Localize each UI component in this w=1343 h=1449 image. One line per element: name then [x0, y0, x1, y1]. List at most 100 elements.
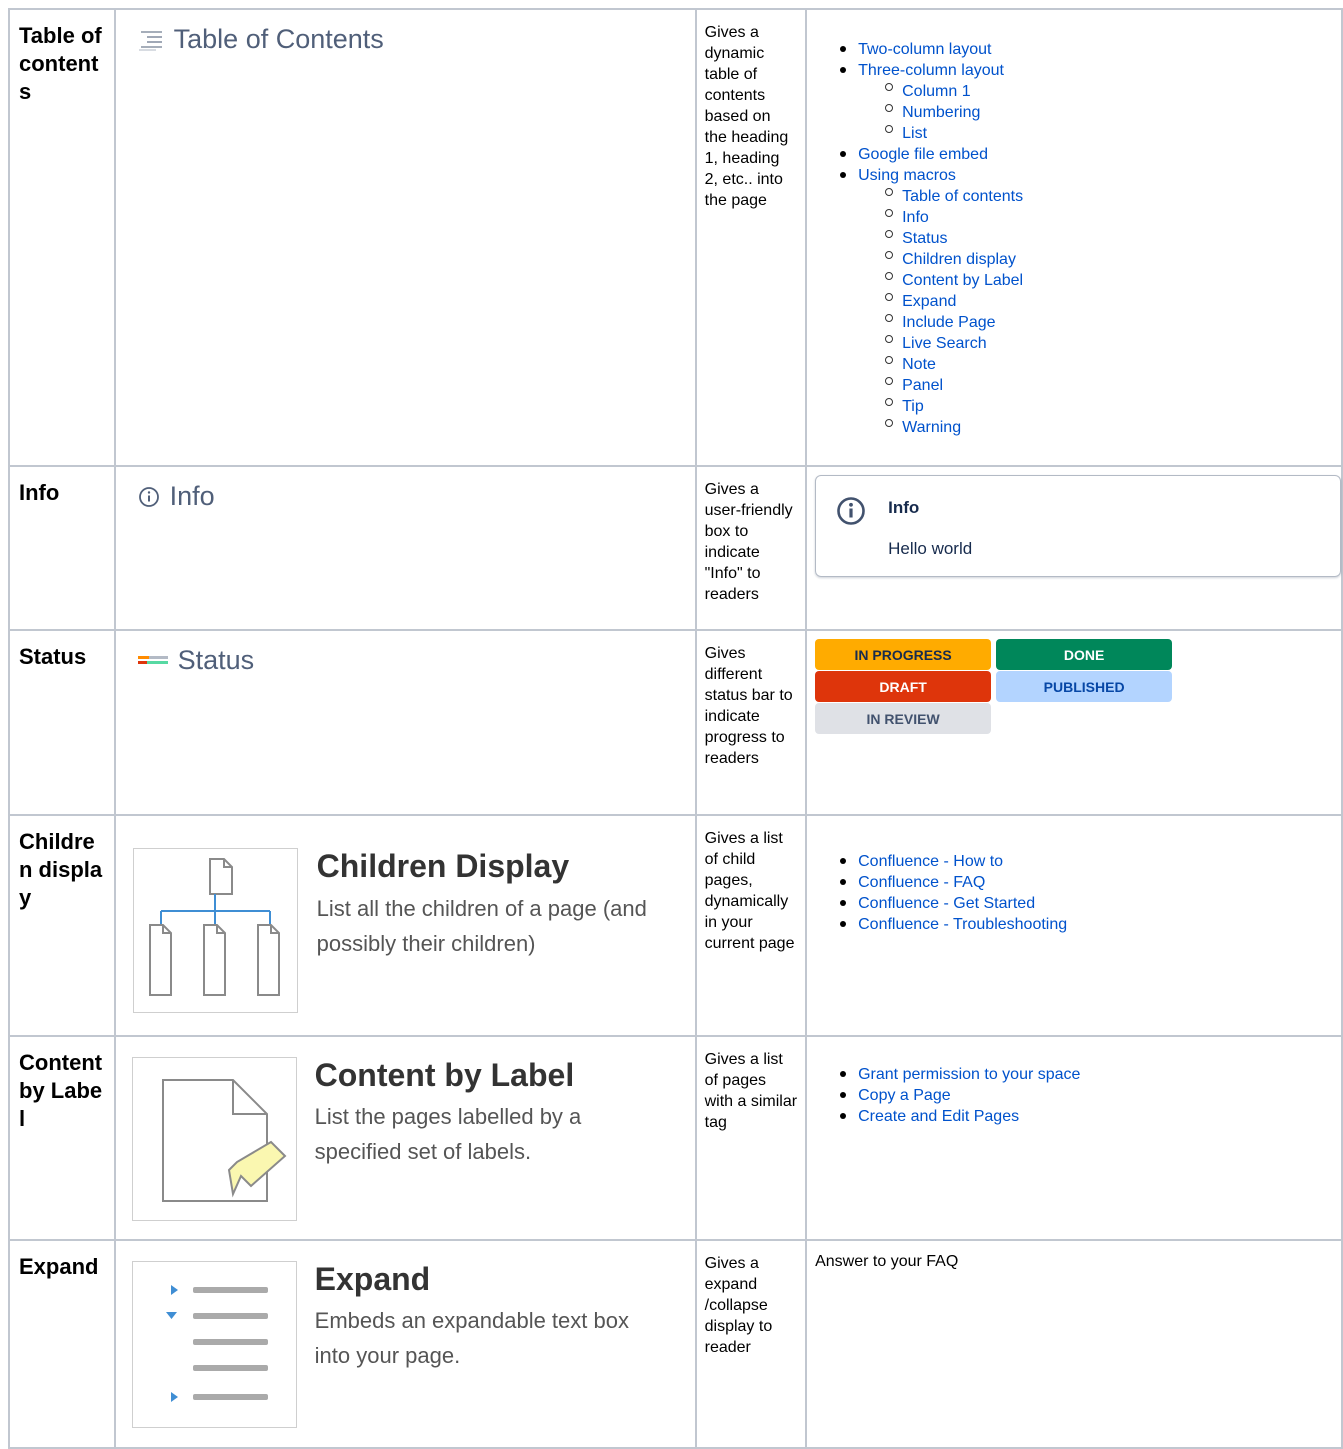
toc-link[interactable]: Panel: [902, 377, 943, 394]
toc-subitem: Include Page: [858, 312, 1023, 333]
toc-link[interactable]: Note: [902, 356, 936, 373]
card-description: List the pages labelled by a: [314, 1104, 582, 1129]
toc-sublist: Table of contents Info Status Children disp…: [858, 186, 1023, 438]
macro-example-cell: Confluence - How to Confluence - FAQ Confl…: [805, 814, 1343, 1037]
macro-name-cell: Expand: [8, 1239, 116, 1449]
list-item: Confluence - Get Started: [815, 893, 1067, 914]
toc-subitem: Expand: [858, 291, 1023, 312]
macro-name: Content by Label: [19, 1050, 103, 1131]
page-link[interactable]: Create and Edit Pages: [858, 1108, 1019, 1125]
toc-macro-label: Table of Contents: [138, 24, 384, 55]
toc-link[interactable]: Expand: [902, 293, 956, 310]
macro-preview-cell: Table of Contents: [113, 8, 697, 467]
toc-subitem: Column 1: [858, 81, 1023, 102]
toc-link[interactable]: Content by Label: [902, 272, 1023, 289]
page-link[interactable]: Confluence - FAQ: [858, 874, 985, 891]
toc-link[interactable]: List: [902, 125, 927, 142]
page-link[interactable]: Confluence - How to: [858, 853, 1003, 870]
status-macro-label: Status: [137, 645, 255, 676]
info-panel-body: Hello world: [888, 539, 973, 558]
macro-name: Expand: [19, 1254, 99, 1279]
toc-subitem: Tip: [858, 396, 1023, 417]
card-description: Embeds an expandable text box: [314, 1308, 629, 1333]
toc-link[interactable]: Tip: [902, 398, 924, 415]
macro-description: Gives a list of child pages, dynamically…: [704, 830, 795, 952]
macro-description-cell: Gives a dynamic table of contents based …: [694, 8, 808, 467]
info-icon: [836, 496, 866, 531]
status-lozenge: DRAFT: [815, 671, 992, 702]
toc-link[interactable]: Warning: [902, 419, 961, 436]
card-description: specified set of labels.: [314, 1139, 532, 1164]
toc-subitem: Warning: [858, 417, 1023, 438]
macro-name-cell: Children display: [8, 814, 116, 1037]
toc-link[interactable]: Info: [902, 209, 929, 226]
page-link[interactable]: Grant permission to your space: [858, 1066, 1080, 1083]
list-item: Confluence - Troubleshooting: [815, 914, 1067, 935]
list-item: Confluence - How to: [815, 851, 1067, 872]
macro-preview-cell: Status: [113, 629, 697, 816]
toc-sublist: Column 1 Numbering List: [858, 81, 1023, 144]
children-macro-card: [132, 848, 298, 1013]
toc-subitem: Numbering: [858, 102, 1023, 123]
toc-link[interactable]: Two-column layout: [858, 41, 991, 58]
status-lozenge: IN REVIEW: [815, 703, 992, 734]
toc-subitem: Live Search: [858, 333, 1023, 354]
table-row: Status Status Gives different status bar…: [8, 629, 1343, 816]
info-panel: Info Hello world: [815, 475, 1342, 577]
info-macro-title: Info: [169, 481, 215, 511]
table-row: Info Info Gives a user-friendly box to i…: [8, 465, 1343, 631]
status-icon: [137, 654, 168, 668]
page-link[interactable]: Confluence - Troubleshooting: [858, 916, 1067, 933]
toc-link[interactable]: Children display: [902, 251, 1016, 268]
status-macro-title: Status: [177, 645, 255, 675]
macro-name-cell: Content by Label: [8, 1035, 116, 1241]
toc-link[interactable]: Google file embed: [858, 146, 988, 163]
toc-subitem: Panel: [858, 375, 1023, 396]
toc-link[interactable]: Column 1: [902, 83, 970, 100]
status-lozenge: IN PROGRESS: [815, 639, 992, 670]
macro-description-cell: Gives different status bar to indicate p…: [694, 629, 808, 816]
table-row: Expand Expand Embeds an expandable text …: [8, 1239, 1343, 1449]
macro-table: Table of contents Table of Contents Give…: [8, 8, 1343, 1449]
toc-list: Two-column layout Three-column layout Colu…: [815, 39, 1023, 438]
toc-link[interactable]: Three-column layout: [858, 62, 1004, 79]
macro-description: Gives a list of pages with a similar tag: [704, 1051, 798, 1131]
toc-link[interactable]: Numbering: [902, 104, 980, 121]
toc-link[interactable]: Table of contents: [902, 188, 1023, 205]
toc-link[interactable]: Status: [902, 230, 947, 247]
toc-icon: [138, 28, 164, 52]
expand-macro-card: [131, 1261, 297, 1428]
list-item: Confluence - FAQ: [815, 872, 1067, 893]
toc-subitem: Content by Label: [858, 270, 1023, 291]
toc-subitem: Status: [858, 228, 1023, 249]
child-pages-tree-icon: [134, 849, 297, 1017]
macro-preview-cell: Expand Embeds an expandable text box int…: [113, 1239, 697, 1449]
macro-example-cell: Answer to your FAQ: [805, 1239, 1343, 1449]
labelled-page-icon: [133, 1058, 296, 1225]
children-list: Confluence - How to Confluence - FAQ Confl…: [815, 851, 1067, 935]
table-row: Table of contents Table of Contents Give…: [8, 8, 1343, 467]
toc-item: Google file embed: [815, 144, 1023, 165]
card-title: Content by Label: [314, 1057, 575, 1093]
toc-subitem: Children display: [858, 249, 1023, 270]
toc-link[interactable]: Live Search: [902, 335, 987, 352]
page-link[interactable]: Confluence - Get Started: [858, 895, 1035, 912]
toc-link[interactable]: Using macros: [858, 167, 956, 184]
macro-name-cell: Status: [8, 629, 116, 816]
toc-subitem: Note: [858, 354, 1023, 375]
expand-example-text: Answer to your FAQ: [815, 1253, 959, 1270]
macro-description: Gives a expand /collapse display to read…: [704, 1255, 773, 1356]
page-link[interactable]: Copy a Page: [858, 1087, 951, 1104]
toc-link[interactable]: Include Page: [902, 314, 995, 331]
macro-description-cell: Gives a list of pages with a similar tag: [694, 1035, 808, 1241]
macro-name: Table of contents: [19, 23, 102, 104]
expand-list-icon: [133, 1262, 296, 1432]
table-row: Content by Label Content by Label List t…: [8, 1035, 1343, 1241]
table-row: Children display Children Display List a…: [8, 814, 1343, 1037]
label-list: Grant permission to your space Copy a Pag…: [815, 1064, 1080, 1127]
card-description: into your page.: [314, 1343, 461, 1368]
list-item: Create and Edit Pages: [815, 1106, 1080, 1127]
toc-subitem: List: [858, 123, 1023, 144]
toc-subitem: Table of contents: [858, 186, 1023, 207]
macro-name-cell: Table of contents: [8, 8, 116, 467]
